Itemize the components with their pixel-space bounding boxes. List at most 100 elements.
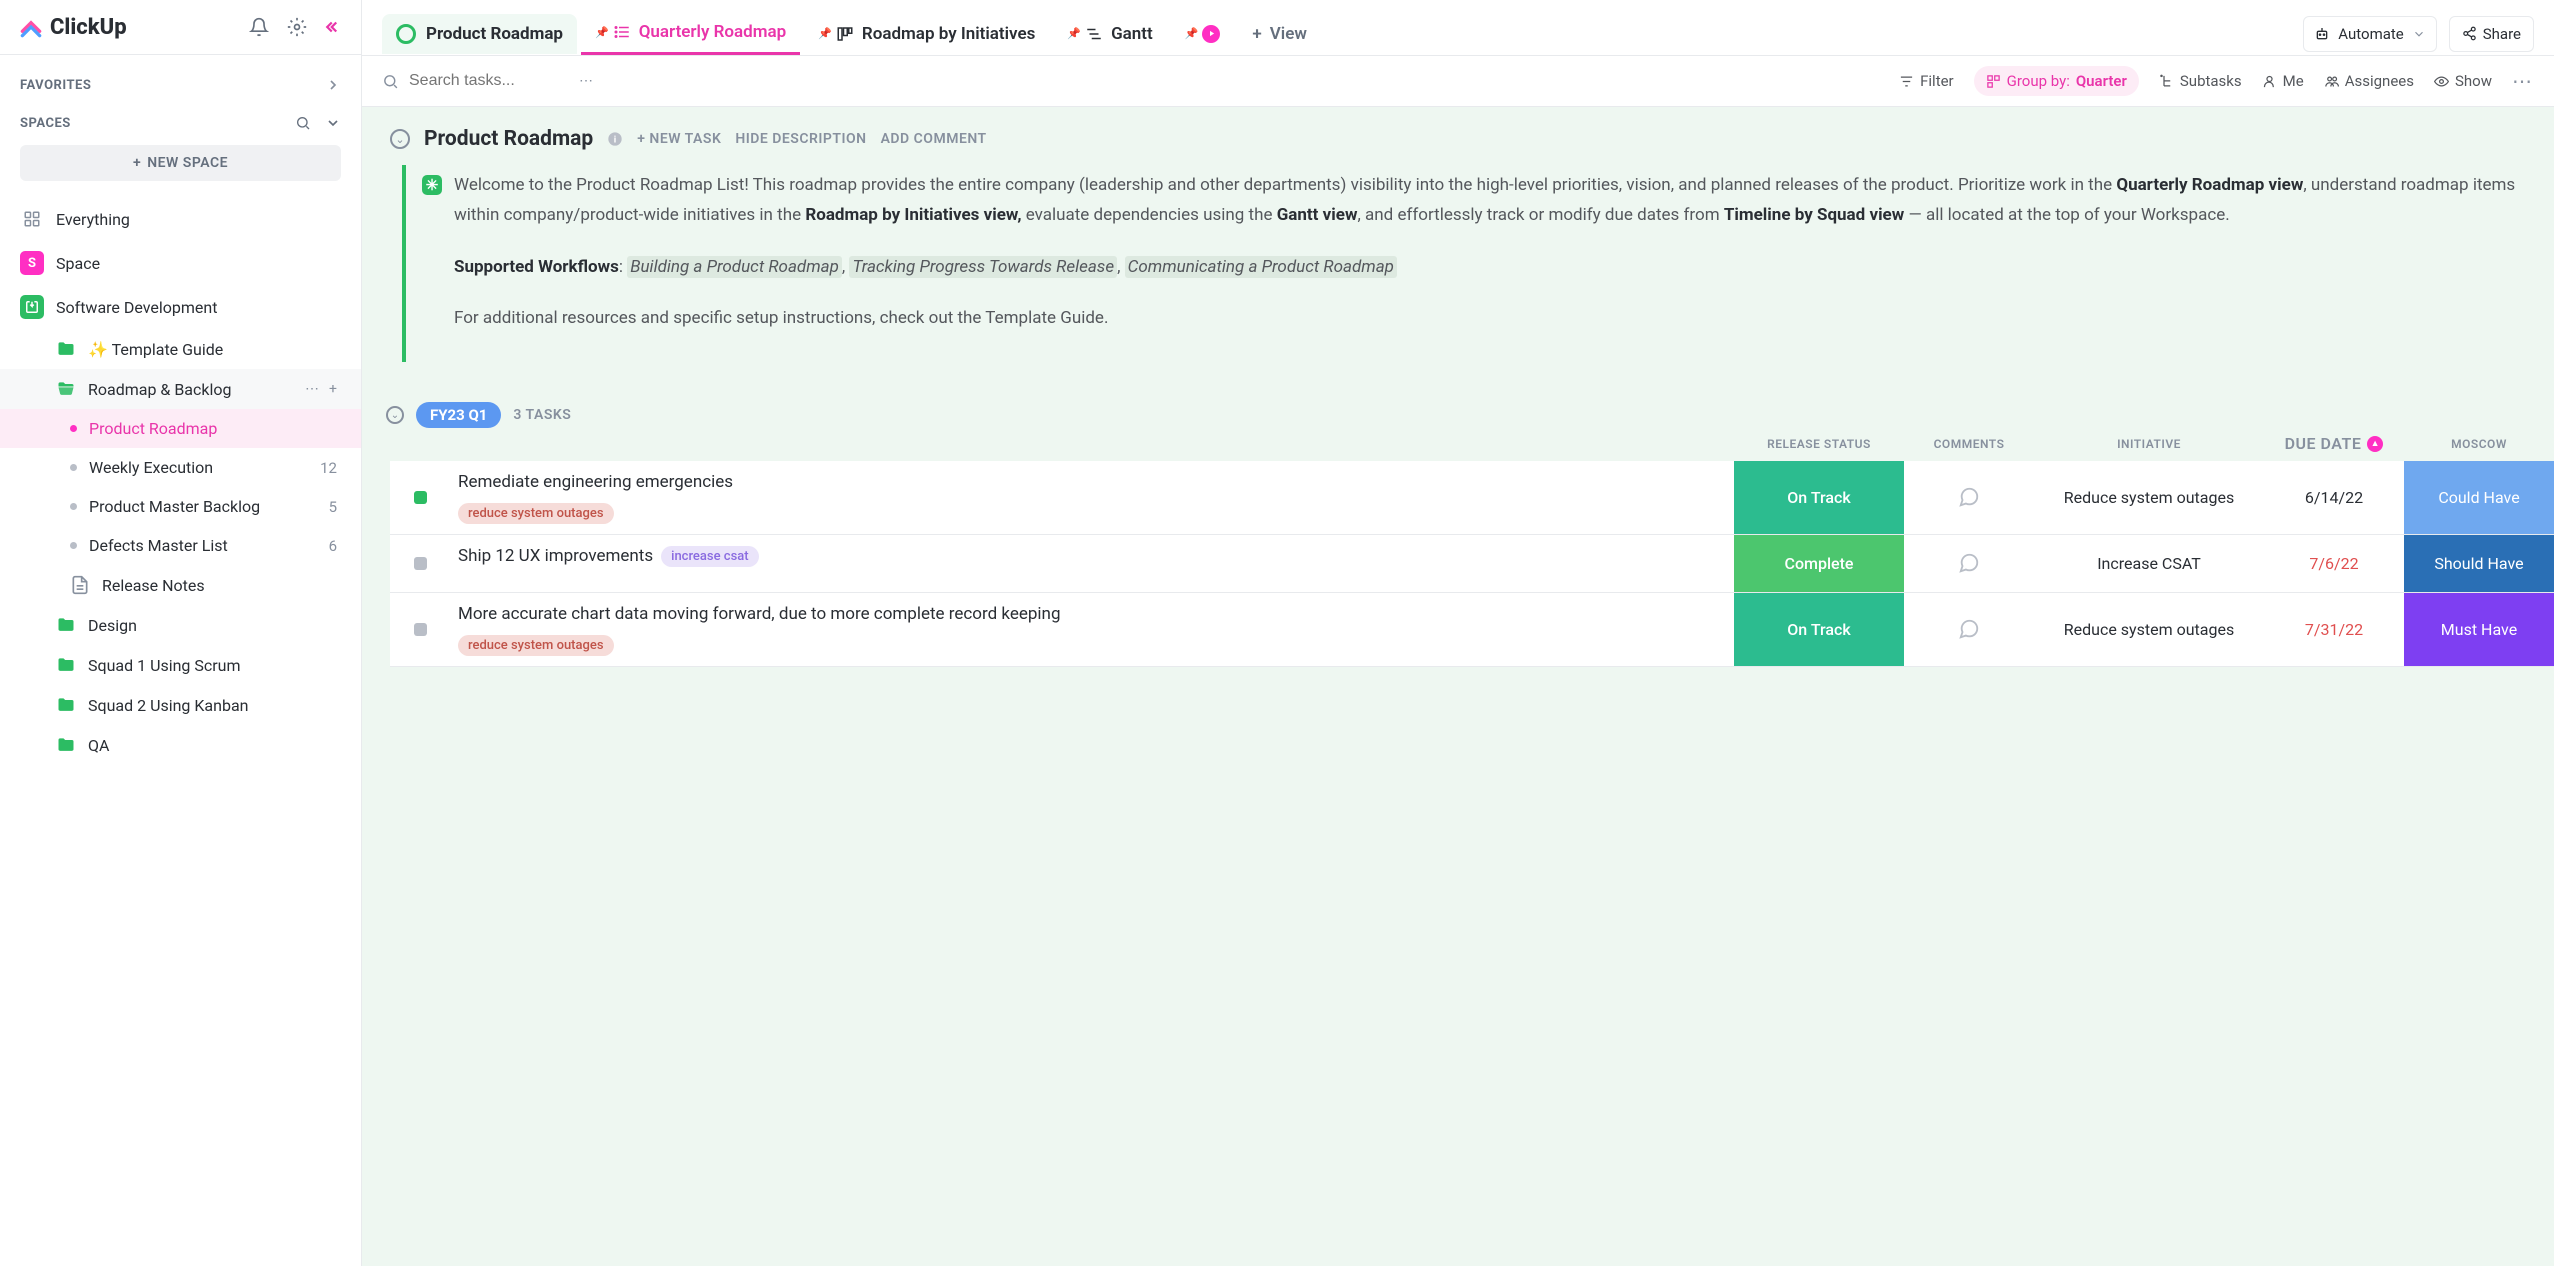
nav-everything[interactable]: Everything: [0, 197, 361, 241]
me-button[interactable]: Me: [2262, 72, 2304, 90]
toolbar: ⋯ Filter Group by: Quarter Subtasks: [362, 56, 2554, 107]
tab-initiatives[interactable]: 📌 Roadmap by Initiatives: [804, 14, 1049, 54]
list-title: Product Roadmap: [424, 127, 593, 151]
comments-cell[interactable]: [1904, 461, 2034, 534]
due-date-cell[interactable]: 7/6/22: [2264, 535, 2404, 592]
initiative-cell[interactable]: Reduce system outages: [2034, 593, 2264, 666]
new-space-button[interactable]: + NEW SPACE: [20, 145, 341, 181]
add-view-button[interactable]: + View: [1238, 14, 1321, 54]
tab-gantt[interactable]: 📌 Gantt: [1053, 14, 1166, 54]
show-button[interactable]: Show: [2434, 72, 2492, 90]
nav-design[interactable]: Design: [0, 605, 361, 645]
more-icon[interactable]: ⋯: [305, 381, 319, 397]
status-box-icon: [414, 623, 427, 636]
nav-label: Weekly Execution: [89, 458, 308, 477]
due-date-cell[interactable]: 7/31/22: [2264, 593, 2404, 666]
moscow-cell[interactable]: Must Have: [2404, 593, 2554, 666]
nav-qa[interactable]: QA: [0, 725, 361, 765]
collapse-icon[interactable]: ⌄: [386, 406, 404, 424]
col-initiative[interactable]: INITIATIVE: [2034, 437, 2264, 451]
table-row[interactable]: More accurate chart data moving forward,…: [390, 593, 2554, 667]
favorites-section[interactable]: FAVORITES: [0, 55, 361, 93]
task-tag[interactable]: increase csat: [661, 546, 758, 567]
table-row[interactable]: Remediate engineering emergencies reduce…: [390, 461, 2554, 535]
group-header: ⌄ FY23 Q1 3 TASKS: [376, 402, 2554, 434]
notifications-icon[interactable]: [249, 17, 269, 37]
group-by-button[interactable]: Group by: Quarter: [1974, 66, 2139, 96]
col-moscow[interactable]: MOSCOW: [2404, 437, 2554, 451]
share-icon: [2462, 26, 2477, 41]
nav-software-development[interactable]: Software Development: [0, 285, 361, 329]
nav-master-backlog[interactable]: Product Master Backlog 5: [0, 487, 361, 526]
release-status-cell[interactable]: On Track: [1734, 461, 1904, 534]
col-release-status[interactable]: RELEASE STATUS: [1734, 437, 1904, 451]
collapse-sidebar-icon[interactable]: [325, 18, 343, 36]
task-tag[interactable]: reduce system outages: [458, 635, 614, 656]
hide-description-button[interactable]: HIDE DESCRIPTION: [735, 131, 866, 147]
due-date-cell[interactable]: 6/14/22: [2264, 461, 2404, 534]
nav-weekly-execution[interactable]: Weekly Execution 12: [0, 448, 361, 487]
breadcrumb[interactable]: Product Roadmap: [382, 14, 577, 54]
more-icon[interactable]: ⋯: [2512, 69, 2534, 93]
nav-roadmap-backlog[interactable]: Roadmap & Backlog ⋯ +: [0, 369, 361, 409]
filter-button[interactable]: Filter: [1899, 72, 1954, 90]
subtasks-label: Subtasks: [2180, 72, 2242, 90]
status-box-cell[interactable]: [390, 593, 450, 666]
gantt-icon: [1085, 25, 1103, 43]
list-dot-icon: [70, 542, 77, 549]
comment-icon: [1958, 618, 1980, 640]
people-icon: [2324, 74, 2339, 89]
automate-button[interactable]: Automate: [2303, 16, 2436, 52]
sidebar-header: ClickUp: [0, 0, 361, 55]
comments-cell[interactable]: [1904, 593, 2034, 666]
moscow-cell[interactable]: Should Have: [2404, 535, 2554, 592]
nav-squad2[interactable]: Squad 2 Using Kanban: [0, 685, 361, 725]
chevron-down-icon[interactable]: [325, 115, 341, 131]
chevron-right-icon: [325, 77, 341, 93]
breadcrumb-title: Product Roadmap: [426, 24, 563, 44]
col-comments[interactable]: COMMENTS: [1904, 437, 2034, 451]
folder-icon: [56, 695, 76, 715]
initiative-cell[interactable]: Increase CSAT: [2034, 535, 2264, 592]
app-logo[interactable]: ClickUp: [18, 14, 127, 40]
task-tag[interactable]: reduce system outages: [458, 503, 614, 524]
nav-label: Software Development: [56, 298, 341, 317]
group-chip[interactable]: FY23 Q1: [416, 402, 501, 428]
release-status-cell[interactable]: Complete: [1734, 535, 1904, 592]
nav-squad1[interactable]: Squad 1 Using Scrum: [0, 645, 361, 685]
moscow-cell[interactable]: Could Have: [2404, 461, 2554, 534]
release-status-cell[interactable]: On Track: [1734, 593, 1904, 666]
search-input[interactable]: [409, 72, 569, 90]
nav-release-notes[interactable]: Release Notes: [0, 565, 361, 605]
document-icon: [70, 575, 90, 595]
nav-defects[interactable]: Defects Master List 6: [0, 526, 361, 565]
collapse-icon[interactable]: ⌄: [390, 129, 410, 149]
more-icon[interactable]: ⋯: [579, 73, 595, 89]
add-icon[interactable]: +: [329, 381, 337, 397]
comments-cell[interactable]: [1904, 535, 2034, 592]
nav-template-guide[interactable]: ✨ Template Guide: [0, 329, 361, 369]
new-task-button[interactable]: + NEW TASK: [637, 131, 721, 147]
assignees-button[interactable]: Assignees: [2324, 72, 2414, 90]
status-box-cell[interactable]: [390, 535, 450, 592]
tab-play[interactable]: 📌: [1171, 15, 1235, 53]
nav-product-roadmap[interactable]: Product Roadmap: [0, 409, 361, 448]
nav-space[interactable]: S Space: [0, 241, 361, 285]
info-icon[interactable]: i: [607, 131, 623, 147]
spaces-section: SPACES: [0, 93, 361, 145]
status-box-cell[interactable]: [390, 461, 450, 534]
search-icon[interactable]: [295, 115, 311, 131]
settings-icon[interactable]: [287, 17, 307, 37]
subtasks-button[interactable]: Subtasks: [2159, 72, 2242, 90]
table-row[interactable]: Ship 12 UX improvements increase csat Co…: [390, 535, 2554, 593]
search-wrap: ⋯: [382, 72, 595, 90]
filter-label: Filter: [1920, 72, 1954, 90]
share-button[interactable]: Share: [2449, 16, 2534, 52]
initiative-cell[interactable]: Reduce system outages: [2034, 461, 2264, 534]
add-comment-button[interactable]: ADD COMMENT: [881, 131, 987, 147]
tab-quarterly-roadmap[interactable]: 📌 Quarterly Roadmap: [581, 12, 800, 55]
col-due-date[interactable]: DUE DATE ▲: [2264, 434, 2404, 453]
list-dot-icon: [70, 464, 77, 471]
tab-label: Gantt: [1111, 24, 1153, 44]
sort-indicator-icon[interactable]: ▲: [2367, 436, 2383, 452]
